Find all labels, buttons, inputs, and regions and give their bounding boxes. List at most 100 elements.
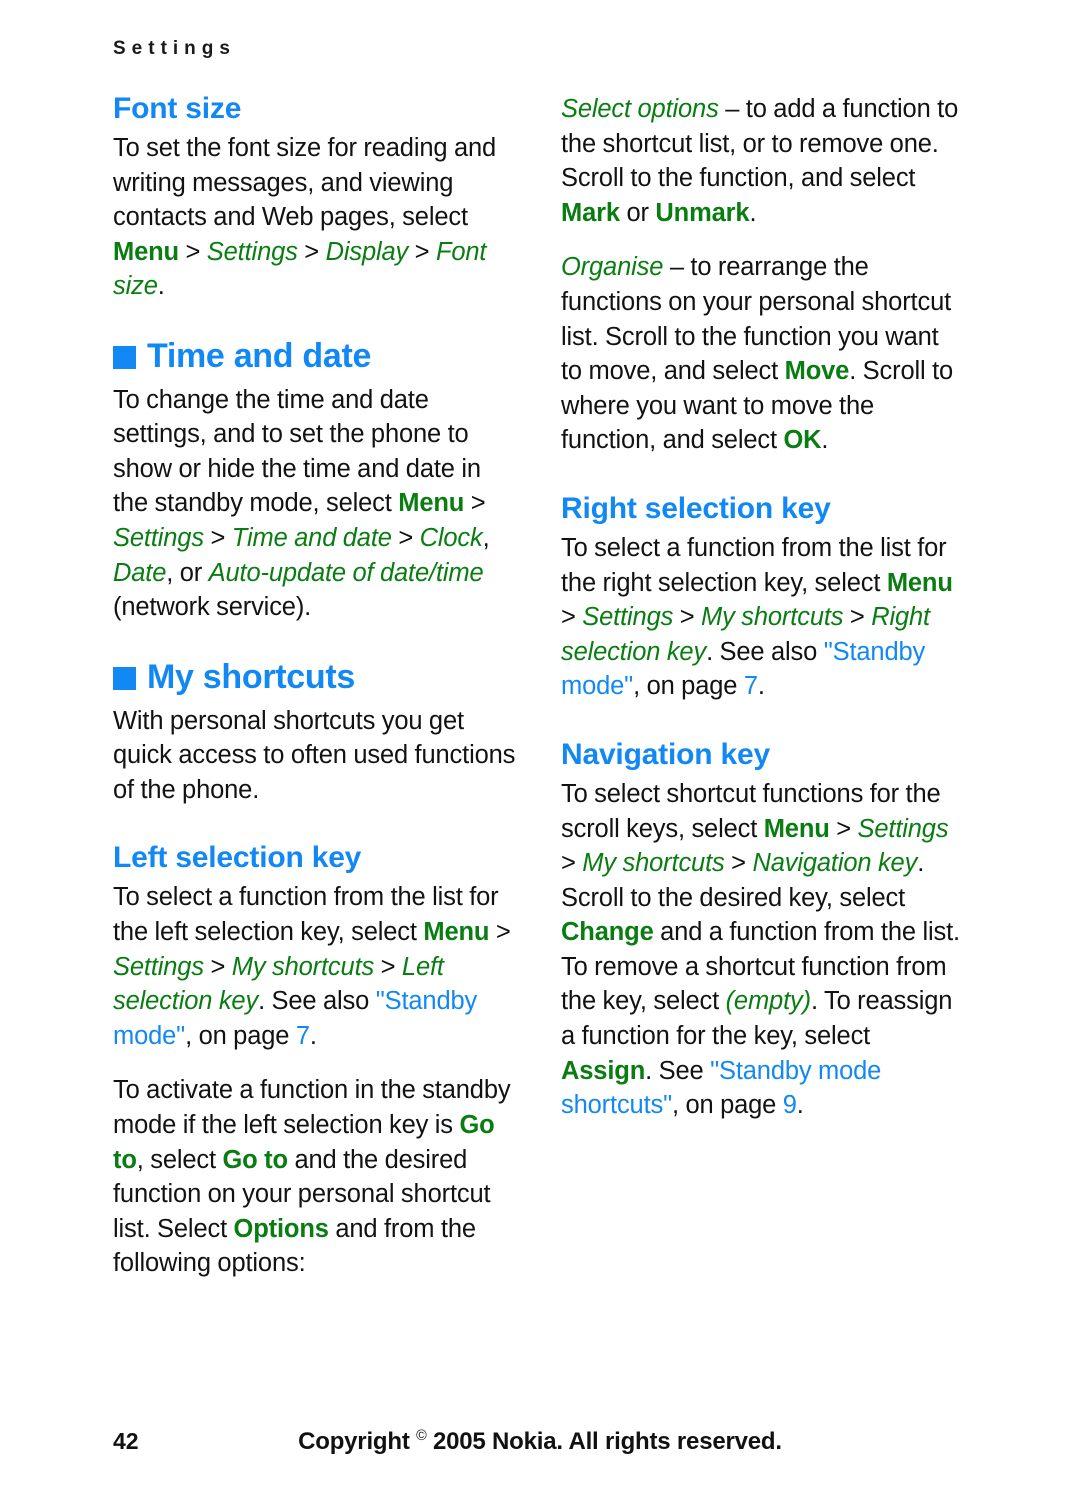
paragraph-organise: Organise – to rearrange the functions on… [561,250,966,458]
ui-term-assign: Assign [561,1056,646,1085]
ui-term-select-options: Select options [561,95,719,123]
heading-right-selection-key: Right selection key [561,491,831,525]
ui-term-date: Date [113,558,167,587]
paragraph-my-shortcuts: With personal shortcuts you get quick ac… [113,706,516,804]
separator: > [843,603,872,632]
separator: > [391,524,420,553]
ui-term-settings: Settings [113,952,204,981]
text-run: 2005 Nokia. All rights reserved. [426,1428,782,1455]
ui-term-time-and-date: Time and date [231,524,392,553]
ui-term-clock: Clock [419,524,483,553]
separator: > [203,952,232,981]
heading-font-size: Font size [113,92,242,125]
separator: > [489,917,511,946]
text-run: . [157,272,165,301]
ui-term-auto-update: Auto-update of date/time [208,558,484,587]
heading-navigation-key: Navigation key [561,737,770,771]
separator: > [673,603,702,632]
text-run: Copyright [298,1428,417,1455]
text-run: . [309,1021,317,1050]
document-page: Settings Font size To set the font size … [0,0,1080,1496]
square-bullet-icon [113,666,136,690]
separator: > [178,237,207,266]
right-column: Select options – to add a function to th… [561,92,966,1123]
separator: > [203,524,232,553]
text-run: . See also [258,987,376,1016]
text-run: , [482,524,490,553]
text-run: , on page [185,1021,296,1050]
separator: > [724,849,753,878]
separator: > [374,952,402,981]
left-column: Font size To set the font size for readi… [113,92,518,1281]
ui-term-empty: (empty) [725,987,812,1016]
ui-term-my-shortcuts: My shortcuts [231,952,375,981]
running-header: Settings [113,38,236,59]
heading-my-shortcuts: My shortcuts [113,659,518,696]
ui-term-menu: Menu [886,568,953,597]
heading-label: My shortcuts [147,657,355,696]
ui-term-settings: Settings [113,524,204,553]
text-run: or [619,198,656,227]
ui-term-options: Options [233,1214,329,1243]
text-run: To activate a function in the standby mo… [113,1076,511,1139]
heading-left-selection-key: Left selection key [113,841,362,875]
separator: > [408,237,436,266]
text-run: . See also [706,637,824,666]
separator: > [561,603,583,632]
ui-term-menu: Menu [763,814,830,843]
two-column-body: Font size To set the font size for readi… [113,92,968,1362]
text-run: . [821,426,829,455]
ui-term-organise: Organise [561,253,664,282]
separator: > [464,489,486,518]
ui-term-settings: Settings [857,814,949,843]
separator: > [829,814,858,843]
ui-term-mark: Mark [561,198,620,227]
paragraph-font-size: To set the font size for reading and wri… [113,131,518,304]
text-run: . [749,198,757,227]
paragraph-time-and-date: To change the time and date settings, an… [113,383,518,625]
ui-term-settings: Settings [206,237,298,266]
paragraph-navigation-key: To select shortcut functions for the scr… [561,777,966,1123]
separator: > [297,237,326,266]
copyright-notice: Copyright © 2005 Nokia. All rights reser… [0,1428,1080,1456]
ui-term-menu: Menu [398,489,465,518]
copyright-symbol: © [416,1428,427,1444]
text-run: , on page [672,1091,783,1120]
text-run: To set the font size for reading and wri… [113,134,497,232]
paragraph-left-selection-key: To select a function from the list for t… [113,880,518,1053]
text-run: . [796,1091,804,1120]
ui-term-ok: OK [783,426,822,455]
text-run: (network service). [113,593,312,622]
paragraph-select-options: Select options – to add a function to th… [561,92,966,230]
ui-term-my-shortcuts: My shortcuts [582,849,725,878]
paragraph-left-selection-key-2: To activate a function in the standby mo… [113,1073,518,1281]
page-reference-link[interactable]: 7 [296,1022,310,1050]
page-footer: 42 Copyright © 2005 Nokia. All rights re… [0,1428,1080,1468]
heading-time-and-date: Time and date [113,338,518,375]
ui-term-my-shortcuts: My shortcuts [701,603,844,632]
ui-term-navigation-key: Navigation key [752,849,918,878]
ui-term-go-to: Go to [222,1145,289,1174]
text-run: , or [166,558,209,587]
page-reference-link[interactable]: 7 [744,672,758,700]
text-run: , on page [633,672,744,701]
page-reference-link[interactable]: 9 [783,1091,797,1119]
paragraph-right-selection-key: To select a function from the list for t… [561,531,966,704]
ui-term-settings: Settings [582,603,674,632]
ui-term-change: Change [561,918,654,947]
text-run: , select [136,1145,223,1174]
text-run: . [757,672,765,701]
ui-term-display: Display [325,237,409,266]
heading-label: Time and date [147,336,372,375]
ui-term-unmark: Unmark [655,198,750,227]
ui-term-move: Move [784,357,850,386]
square-bullet-icon [113,345,136,369]
text-run: . See [645,1056,711,1085]
separator: > [561,849,583,878]
ui-term-menu: Menu [113,237,179,266]
